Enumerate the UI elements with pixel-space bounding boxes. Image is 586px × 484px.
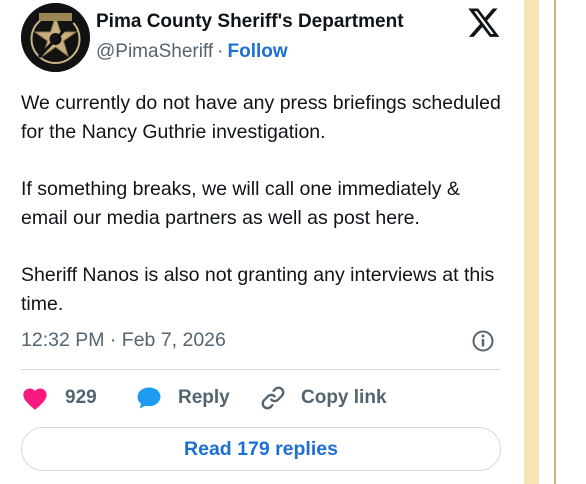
post-timestamp[interactable]: 12:32 PM · Feb 7, 2026 [21, 329, 226, 352]
like-button[interactable]: 929 [21, 380, 97, 416]
reply-label: Reply [178, 387, 230, 408]
like-count: 929 [65, 387, 97, 408]
gutter [539, 0, 554, 484]
post-paragraph: Sheriff Nanos is also not granting any i… [21, 264, 495, 315]
timestamp-row: 12:32 PM · Feb 7, 2026 [21, 327, 501, 355]
info-icon[interactable] [471, 329, 495, 353]
post-body: We currently do not have any press brief… [21, 89, 511, 347]
separator-dot: · [217, 41, 224, 62]
reply-button[interactable]: Reply [135, 380, 230, 416]
read-replies-button[interactable]: Read 179 replies [21, 427, 501, 471]
x-logo-icon[interactable] [467, 5, 501, 39]
copy-link-label: Copy link [301, 387, 387, 408]
side-strip [524, 0, 539, 484]
post-paragraph: If something breaks, we will call one im… [21, 178, 460, 229]
post-paragraph: We currently do not have any press brief… [21, 92, 501, 143]
divider [21, 369, 501, 370]
right-panel [554, 0, 586, 484]
copy-link-button[interactable]: Copy link [259, 380, 387, 416]
sheriff-star-badge-icon [21, 3, 90, 72]
action-bar: 929 Reply Copy link [21, 380, 501, 416]
follow-button[interactable]: Follow [227, 41, 287, 62]
avatar[interactable] [21, 3, 90, 72]
handle-line: @PimaSheriff · Follow [96, 41, 288, 63]
post-header: Pima County Sheriff's Department @PimaSh… [21, 3, 501, 72]
heart-icon [23, 388, 47, 410]
speech-bubble-icon [137, 387, 161, 409]
link-icon [261, 386, 285, 410]
account-handle[interactable]: @PimaSheriff [96, 41, 213, 62]
page: Pima County Sheriff's Department @PimaSh… [0, 0, 586, 484]
post-embed: Pima County Sheriff's Department @PimaSh… [0, 0, 524, 484]
account-name[interactable]: Pima County Sheriff's Department [96, 11, 404, 33]
